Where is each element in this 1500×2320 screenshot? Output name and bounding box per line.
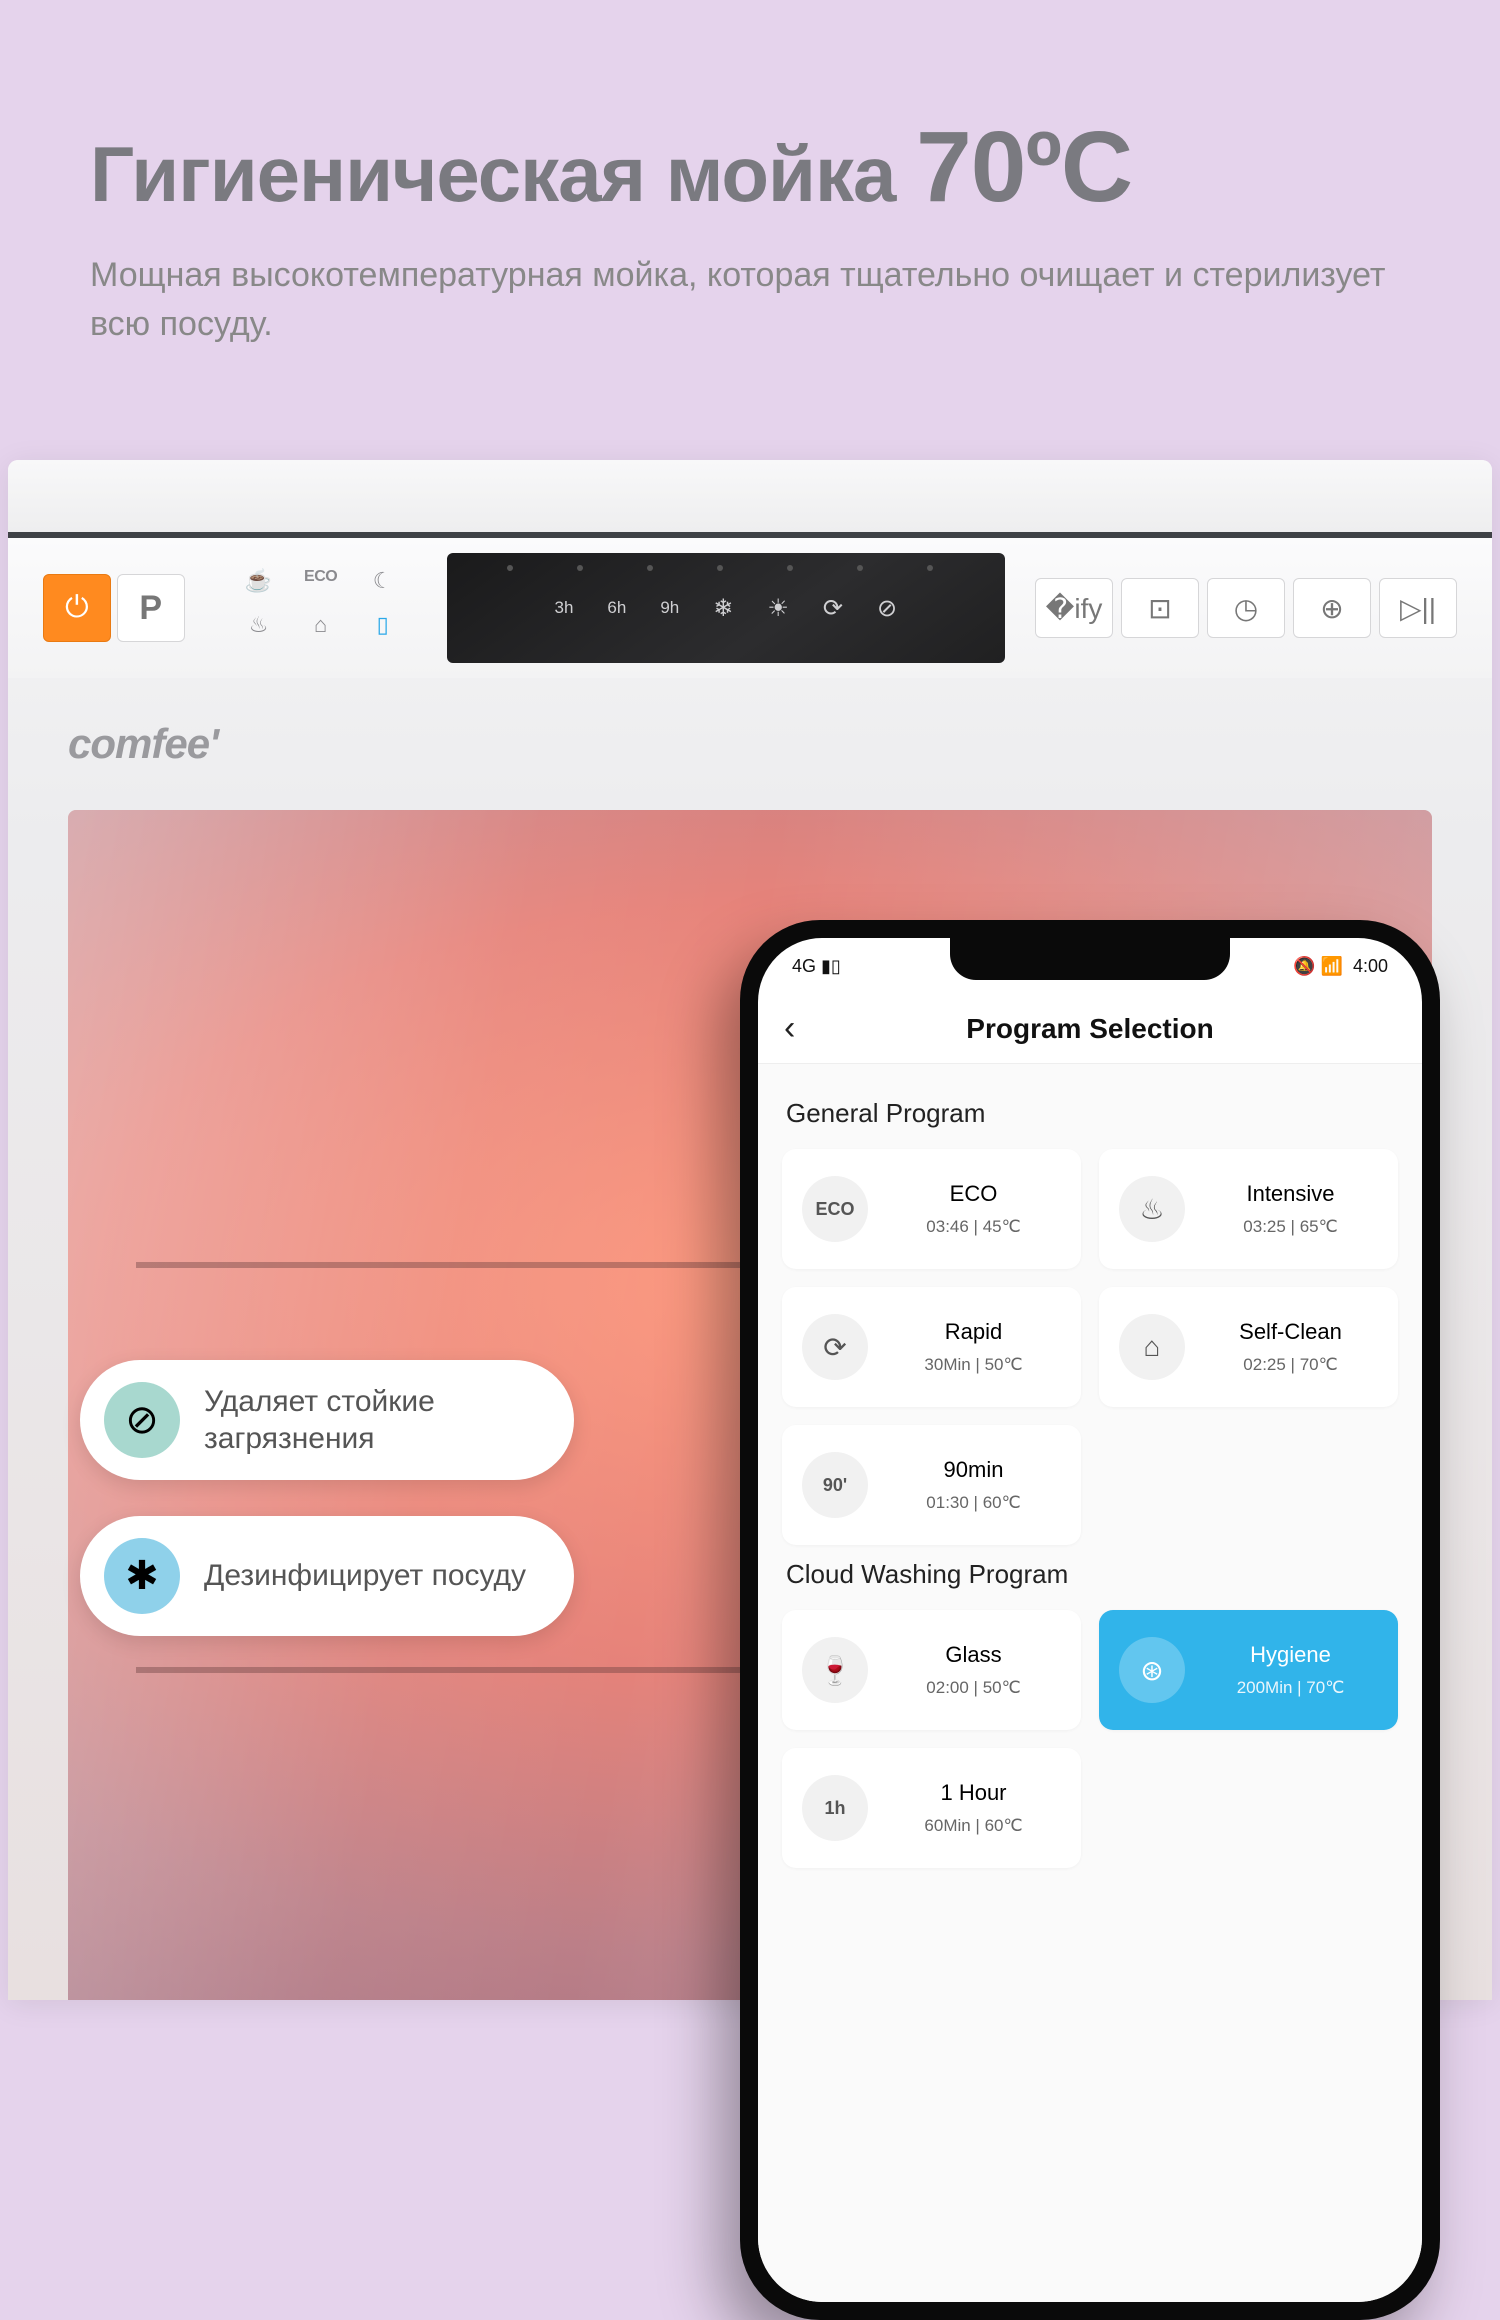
display-label: 3h xyxy=(555,598,574,618)
feature-pill: ✱ Дезинфицирует посуду xyxy=(80,1516,574,1636)
back-button[interactable]: ‹ xyxy=(784,1009,795,1048)
pill-icon: ✱ xyxy=(104,1538,180,1614)
program-grid: 🍷Glass02:00 | 50℃⊛Hygiene200Min | 70℃1h1… xyxy=(782,1610,1398,1868)
title-main: Гигиеническая мойка xyxy=(90,130,895,218)
program-icon: ⊛ xyxy=(1119,1637,1185,1703)
program-icon: ♨ xyxy=(1119,1176,1185,1242)
program-card-90min[interactable]: 90' 90min 01:30 | 60℃ xyxy=(782,1425,1081,1545)
status-left: 4G ▮▯ xyxy=(792,956,841,977)
aux-button[interactable]: ⊕ xyxy=(1293,578,1371,638)
page-description: Мощная высокотемпературная мойка, котора… xyxy=(90,251,1410,350)
title-temperature: 70ºC xyxy=(916,111,1132,223)
program-detail: 30Min | 50℃ xyxy=(924,1355,1022,1375)
program-card-hygiene[interactable]: ⊛ Hygiene 200Min | 70℃ xyxy=(1099,1610,1398,1730)
program-icon: 🍷 xyxy=(802,1637,868,1703)
program-icon: ⟳ xyxy=(802,1314,868,1380)
display-label: ☀ xyxy=(767,594,789,623)
basket-icon[interactable]: ⌂ xyxy=(297,612,345,648)
cup-icon[interactable]: ☕ xyxy=(235,568,283,604)
app-body: General Program ECO ECO 03:46 | 45℃ ♨ Intensi… xyxy=(758,1064,1422,2302)
display-label: 9h xyxy=(660,598,679,618)
program-name: 90min xyxy=(944,1457,1004,1483)
program-card-eco[interactable]: ECO ECO 03:46 | 45℃ xyxy=(782,1149,1081,1269)
program-detail: 03:46 | 45℃ xyxy=(926,1217,1020,1237)
program-name: ECO xyxy=(950,1181,998,1207)
moon-icon[interactable]: ☾ xyxy=(359,568,407,604)
program-detail: 200Min | 70℃ xyxy=(1237,1678,1345,1698)
program-card-self-clean[interactable]: ⌂ Self-Clean 02:25 | 70℃ xyxy=(1099,1287,1398,1407)
display-label: 6h xyxy=(607,598,626,618)
program-icon: 1h xyxy=(802,1775,868,1841)
status-time: 4:00 xyxy=(1353,956,1388,977)
page-title: Гигиеническая мойка 70ºC xyxy=(90,110,1410,225)
aux-button[interactable]: �ify xyxy=(1035,578,1113,638)
program-card-glass[interactable]: 🍷 Glass 02:00 | 50℃ xyxy=(782,1610,1081,1730)
phone-icon[interactable]: ▯ xyxy=(359,612,407,648)
program-icon: ECO xyxy=(802,1176,868,1242)
pill-text: Дезинфицирует посуду xyxy=(204,1557,526,1595)
aux-button[interactable]: ⊡ xyxy=(1121,578,1199,638)
program-name: Hygiene xyxy=(1250,1642,1331,1668)
aux-button[interactable]: ◷ xyxy=(1207,578,1285,638)
control-panel: ⏻ P ☕ ECO ☾ ♨ ⌂ ▯ 3h 6h 9h ❄ ☀ ⟳ ⊘ �ify⊡◷⊕▷|| xyxy=(8,538,1492,678)
phone-notch xyxy=(950,938,1230,980)
display-label: ⟳ xyxy=(823,594,843,623)
program-button[interactable]: P xyxy=(117,574,185,642)
feature-pill: ⊘ Удаляет стойкиезагрязнения xyxy=(80,1360,574,1480)
program-grid: ECO ECO 03:46 | 45℃ ♨ Intensive 03:25 | 65℃ ⟳ R… xyxy=(782,1149,1398,1545)
program-name: Self-Clean xyxy=(1239,1319,1342,1345)
display-label: ⊘ xyxy=(877,594,897,623)
program-detail: 02:00 | 50℃ xyxy=(926,1678,1020,1698)
section-title: Cloud Washing Program xyxy=(786,1559,1398,1590)
program-detail: 03:25 | 65℃ xyxy=(1243,1217,1337,1237)
program-card-1-hour[interactable]: 1h 1 Hour 60Min | 60℃ xyxy=(782,1748,1081,1868)
program-name: Intensive xyxy=(1246,1181,1334,1207)
program-card-intensive[interactable]: ♨ Intensive 03:25 | 65℃ xyxy=(1099,1149,1398,1269)
program-card-rapid[interactable]: ⟳ Rapid 30Min | 50℃ xyxy=(782,1287,1081,1407)
lcd-display: 3h 6h 9h ❄ ☀ ⟳ ⊘ xyxy=(447,553,1005,663)
display-label: ❄ xyxy=(713,594,733,623)
screen-title: Program Selection xyxy=(966,1013,1213,1045)
program-detail: 60Min | 60℃ xyxy=(924,1816,1022,1836)
app-header: ‹ Program Selection xyxy=(758,994,1422,1064)
program-detail: 01:30 | 60℃ xyxy=(926,1493,1020,1513)
eco-icon[interactable]: ECO xyxy=(297,568,345,604)
aux-button[interactable]: ▷|| xyxy=(1379,578,1457,638)
feature-pills: ⊘ Удаляет стойкиезагрязнения ✱ Дезинфицируе… xyxy=(80,1360,574,1636)
program-name: Glass xyxy=(945,1642,1001,1668)
pill-text: Удаляет стойкиезагрязнения xyxy=(204,1383,435,1458)
program-icon: ⌂ xyxy=(1119,1314,1185,1380)
section-title: General Program xyxy=(786,1098,1398,1129)
appliance-top-edge xyxy=(8,460,1492,538)
pill-icon: ⊘ xyxy=(104,1382,180,1458)
program-icons: ☕ ECO ☾ ♨ ⌂ ▯ xyxy=(235,568,407,648)
aux-buttons: �ify⊡◷⊕▷|| xyxy=(1035,578,1457,638)
program-name: 1 Hour xyxy=(940,1780,1006,1806)
brand-logo: comfee' xyxy=(68,720,218,768)
status-icons: 🔕 📶 xyxy=(1293,956,1343,977)
program-name: Rapid xyxy=(945,1319,1002,1345)
program-detail: 02:25 | 70℃ xyxy=(1243,1355,1337,1375)
power-button[interactable]: ⏻ xyxy=(43,574,111,642)
smartphone-mockup: 4G ▮▯ 🔕 📶 4:00 ‹ Program Selection Gener… xyxy=(740,920,1440,2320)
pot-icon[interactable]: ♨ xyxy=(235,612,283,648)
phone-screen: 4G ▮▯ 🔕 📶 4:00 ‹ Program Selection Gener… xyxy=(758,938,1422,2302)
program-icon: 90' xyxy=(802,1452,868,1518)
